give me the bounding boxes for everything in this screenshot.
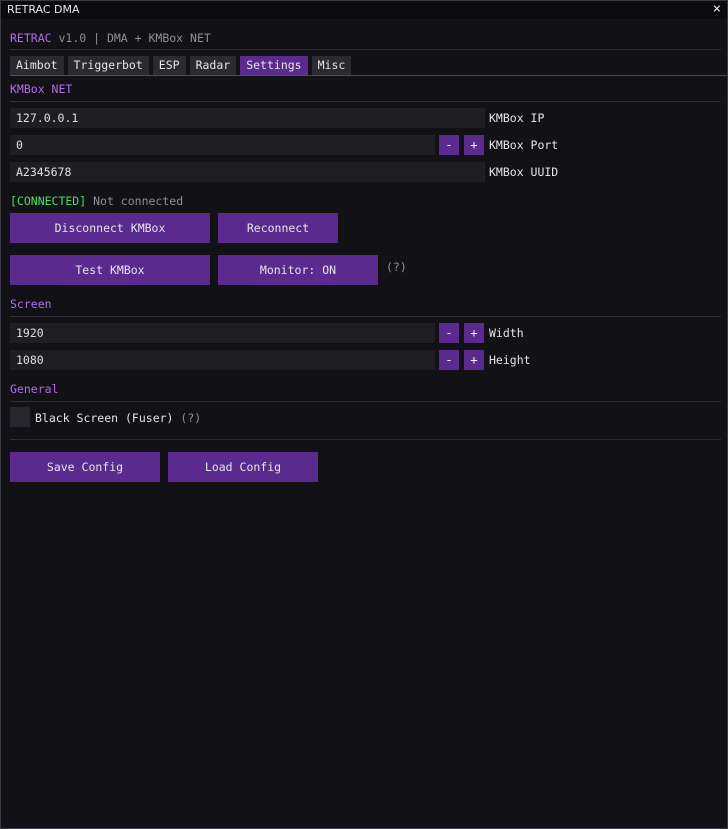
footer-divider [10,439,721,440]
window-title: RETRAC DMA [7,3,80,16]
status-badge: [CONNECTED] [10,194,87,208]
monitor-help-hint[interactable]: (?) [386,260,407,274]
close-icon[interactable]: × [713,1,721,17]
section-divider [10,316,721,317]
kmbox-port-input[interactable]: 0 [10,135,435,155]
tab-bar: Aimbot Triggerbot ESP Radar Settings Mis… [10,56,352,75]
kmbox-ip-label: KMBox IP [489,111,545,125]
screen-height-input[interactable]: 1080 [10,350,435,370]
section-divider [10,101,721,102]
status-text: Not connected [93,194,184,208]
height-increment-button[interactable]: + [464,350,484,370]
black-screen-text: Black Screen (Fuser) [35,411,174,425]
kmbox-ip-input[interactable]: 127.0.0.1 [10,108,485,128]
screen-width-label: Width [489,326,524,340]
load-config-button[interactable]: Load Config [168,452,318,482]
black-screen-help-hint[interactable]: (?) [180,411,201,425]
kmbox-uuid-label: KMBox UUID [489,165,559,179]
connection-status: [CONNECTED] Not connected [10,194,183,208]
tab-underline [10,75,727,76]
section-divider [10,401,721,402]
save-config-button[interactable]: Save Config [10,452,160,482]
reconnect-button[interactable]: Reconnect [218,213,338,243]
tab-misc[interactable]: Misc [311,56,352,75]
section-general: General [10,382,59,396]
kmbox-uuid-input[interactable]: A2345678 [10,162,485,182]
port-decrement-button[interactable]: - [439,135,459,155]
black-screen-checkbox[interactable] [10,407,30,427]
disconnect-kmbox-button[interactable]: Disconnect KMBox [10,213,210,243]
width-increment-button[interactable]: + [464,323,484,343]
app-header: RETRAC v1.0 | DMA + KMBox NET [10,31,211,45]
screen-width-input[interactable]: 1920 [10,323,435,343]
header-divider [10,49,721,50]
tab-radar[interactable]: Radar [189,56,237,75]
tab-settings[interactable]: Settings [240,56,308,75]
version-text: v1.0 | DMA + KMBox NET [58,31,211,45]
title-bar[interactable]: RETRAC DMA × [1,1,727,19]
test-kmbox-button[interactable]: Test KMBox [10,255,210,285]
tab-triggerbot[interactable]: Triggerbot [67,56,149,75]
section-kmbox-net: KMBox NET [10,82,73,96]
screen-height-label: Height [489,353,531,367]
black-screen-label: Black Screen (Fuser) (?) [35,411,201,425]
monitor-toggle-button[interactable]: Monitor: ON [218,255,378,285]
kmbox-port-label: KMBox Port [489,138,559,152]
port-increment-button[interactable]: + [464,135,484,155]
height-decrement-button[interactable]: - [439,350,459,370]
tab-esp[interactable]: ESP [152,56,186,75]
settings-window: RETRAC DMA × RETRAC v1.0 | DMA + KMBox N… [0,0,728,829]
width-decrement-button[interactable]: - [439,323,459,343]
section-screen: Screen [10,297,52,311]
tab-aimbot[interactable]: Aimbot [10,56,64,75]
brand-name: RETRAC [10,31,52,45]
